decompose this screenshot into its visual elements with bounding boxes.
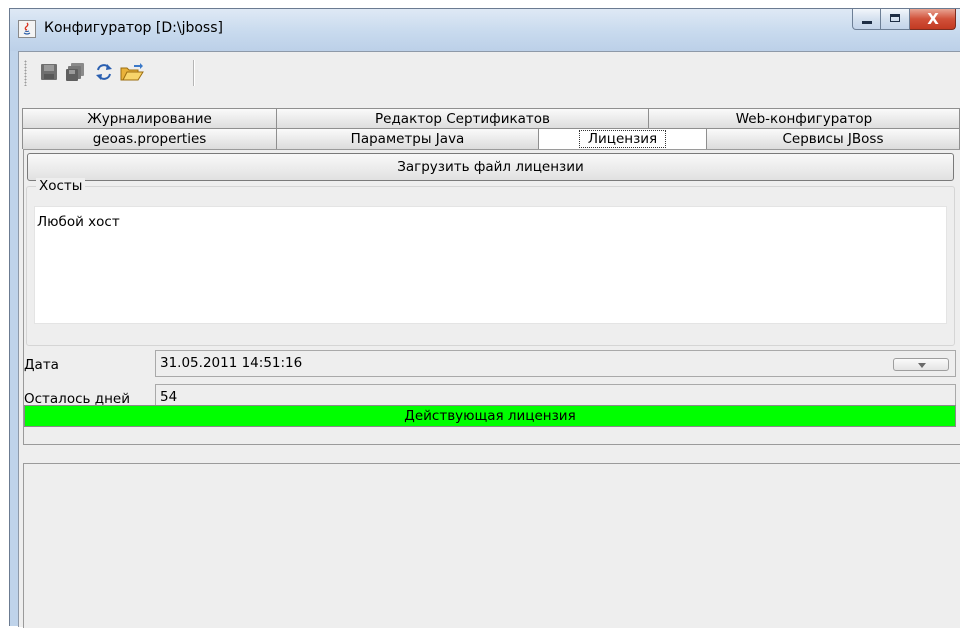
open-folder-button[interactable] (120, 62, 144, 82)
tab-row-2: geoas.properties Параметры Java Лицензия… (22, 128, 960, 149)
app-window: Конфигуратор [D:\jboss] X Журналирование… (9, 8, 960, 628)
hosts-group: Любой хост (26, 186, 955, 346)
tab-jboss-services[interactable]: Сервисы JBoss (707, 128, 960, 149)
tab-web-configurator[interactable]: Web-конфигуратор (649, 108, 960, 129)
minimize-button[interactable] (852, 9, 881, 30)
save-all-icon (66, 63, 84, 81)
tab-geoas-properties[interactable]: geoas.properties (22, 128, 277, 149)
toolbar (19, 52, 960, 92)
java-app-icon (18, 20, 36, 38)
client-area: Журналирование Редактор Сертификатов Web… (18, 51, 960, 628)
hosts-group-label: Хосты (36, 178, 86, 194)
tab-logging[interactable]: Журналирование (22, 108, 277, 129)
close-icon: X (927, 10, 939, 28)
tab-license-label: Лицензия (578, 130, 667, 148)
date-combobox[interactable]: 31.05.2011 14:51:16 (155, 350, 956, 377)
chevron-down-icon[interactable] (893, 358, 949, 371)
save-button[interactable] (39, 62, 59, 82)
maximize-button[interactable] (881, 9, 910, 30)
tab-java-parameters[interactable]: Параметры Java (277, 128, 539, 149)
window-title: Конфигуратор [D:\jboss] (44, 20, 223, 36)
license-status-bar: Действующая лицензия (24, 405, 956, 427)
refresh-icon (96, 64, 112, 80)
caption-buttons: X (852, 9, 956, 31)
save-icon (41, 64, 57, 80)
open-folder-icon (120, 63, 144, 81)
close-button[interactable]: X (910, 9, 956, 30)
tab-certificate-editor[interactable]: Редактор Сертификатов (277, 108, 649, 129)
title-bar[interactable]: Конфигуратор [D:\jboss] X (10, 9, 960, 51)
toolbar-grip[interactable] (24, 60, 27, 86)
save-all-button[interactable] (65, 62, 85, 82)
date-value: 31.05.2011 14:51:16 (160, 355, 303, 371)
hosts-list[interactable]: Любой хост (34, 206, 947, 324)
toolbar-separator (193, 60, 195, 86)
load-license-file-button[interactable]: Загрузить файл лицензии (27, 153, 954, 181)
minimize-icon (862, 21, 872, 24)
tab-row-1: Журналирование Редактор Сертификатов Web… (22, 108, 960, 129)
tab-license[interactable]: Лицензия (539, 128, 707, 149)
refresh-button[interactable] (94, 62, 114, 82)
license-panel: Загрузить файл лицензии Любой хост Хосты… (23, 149, 960, 445)
list-item[interactable]: Любой хост (37, 214, 120, 230)
bottom-panel (23, 463, 960, 628)
days-left-value: 54 (160, 389, 178, 405)
maximize-icon (890, 14, 900, 22)
date-label: Дата (24, 357, 59, 373)
